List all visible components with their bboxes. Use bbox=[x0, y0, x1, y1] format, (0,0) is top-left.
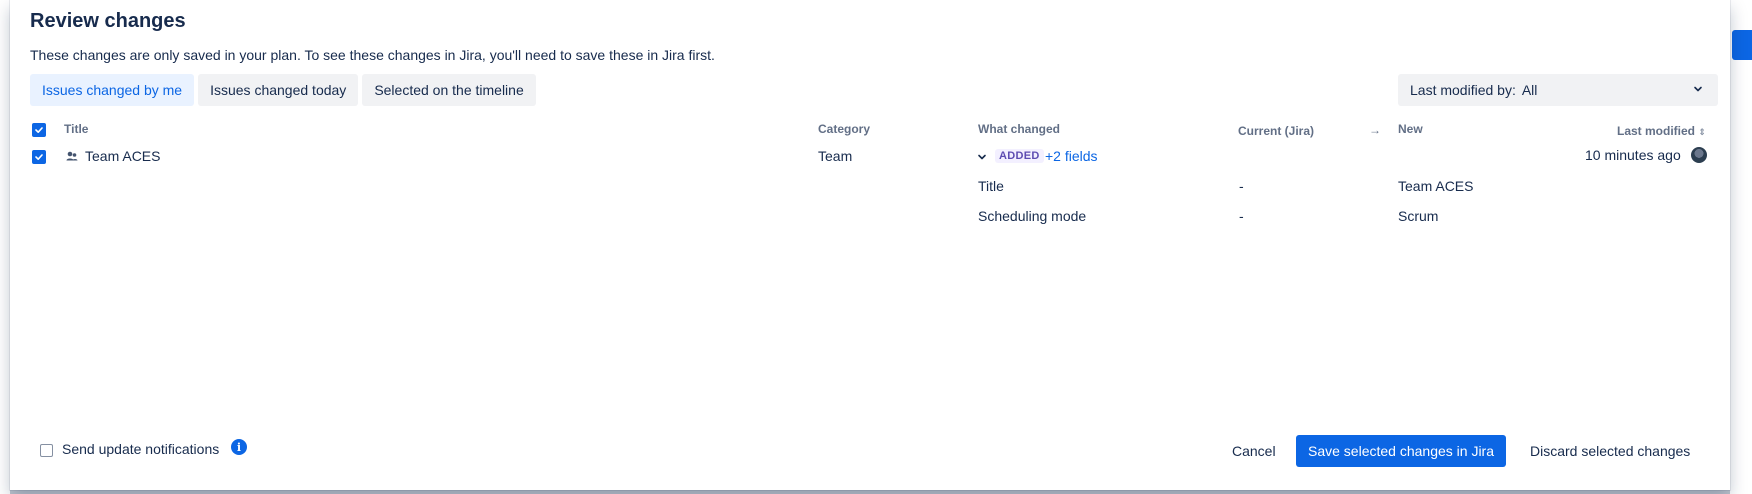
info-icon[interactable]: i bbox=[231, 439, 247, 455]
cancel-button[interactable]: Cancel bbox=[1220, 435, 1288, 467]
filter-label: Last modified by: bbox=[1410, 82, 1516, 98]
background-button bbox=[1732, 30, 1752, 60]
modal-title: Review changes bbox=[30, 10, 186, 32]
row-title: Team ACES bbox=[85, 148, 161, 164]
column-header-what-changed: What changed bbox=[978, 122, 1061, 136]
column-header-new: New bbox=[1398, 122, 1423, 136]
row-category: Team bbox=[818, 148, 853, 164]
expand-chevron-icon[interactable] bbox=[976, 151, 988, 163]
change-new-scheduling-mode: Scrum bbox=[1398, 208, 1439, 224]
send-notifications-label: Send update notifications bbox=[62, 441, 220, 457]
modal-description: These changes are only saved in your pla… bbox=[30, 47, 715, 63]
sort-icon: ⇕ bbox=[1698, 127, 1706, 137]
review-changes-modal: Review changes These changes are only sa… bbox=[10, 0, 1730, 490]
column-header-last-modified[interactable]: Last modified ⇕ bbox=[1617, 124, 1706, 138]
row-last-modified: 10 minutes ago bbox=[1585, 147, 1681, 163]
column-header-category: Category bbox=[818, 122, 871, 136]
arrow-right-icon: → bbox=[1369, 123, 1381, 137]
column-header-title: Title bbox=[64, 122, 89, 136]
change-new-title: Team ACES bbox=[1398, 178, 1474, 194]
change-current-scheduling-mode: - bbox=[1239, 208, 1244, 224]
fields-link[interactable]: +2 fields bbox=[1045, 148, 1098, 164]
filter-value: All bbox=[1521, 82, 1538, 98]
change-field-scheduling-mode: Scheduling mode bbox=[978, 208, 1087, 224]
last-modified-by-select[interactable]: Last modified by: All bbox=[1398, 74, 1718, 106]
background-bottom-strip bbox=[10, 490, 1730, 494]
team-icon bbox=[66, 151, 78, 161]
column-header-current: Current (Jira) bbox=[1238, 124, 1315, 138]
filter-tabs: Issues changed by me Issues changed toda… bbox=[30, 74, 536, 106]
send-notifications-checkbox[interactable] bbox=[40, 444, 53, 457]
discard-changes-button[interactable]: Discard selected changes bbox=[1518, 435, 1702, 467]
background-right-strip bbox=[1730, 0, 1752, 494]
tab-issues-changed-today[interactable]: Issues changed today bbox=[198, 74, 359, 106]
row-checkbox[interactable] bbox=[32, 150, 46, 164]
select-all-checkbox[interactable] bbox=[32, 123, 46, 137]
background-left-strip bbox=[0, 0, 10, 494]
last-modified-header-label: Last modified bbox=[1617, 124, 1696, 138]
change-field-title: Title bbox=[978, 178, 1004, 194]
chevron-down-icon bbox=[1690, 83, 1706, 98]
tab-selected-on-timeline[interactable]: Selected on the timeline bbox=[362, 74, 536, 106]
avatar bbox=[1691, 147, 1707, 163]
tab-issues-changed-by-me[interactable]: Issues changed by me bbox=[30, 74, 195, 106]
save-changes-button[interactable]: Save selected changes in Jira bbox=[1296, 435, 1506, 467]
change-current-title: - bbox=[1239, 178, 1244, 194]
added-badge: ADDED bbox=[995, 149, 1044, 163]
